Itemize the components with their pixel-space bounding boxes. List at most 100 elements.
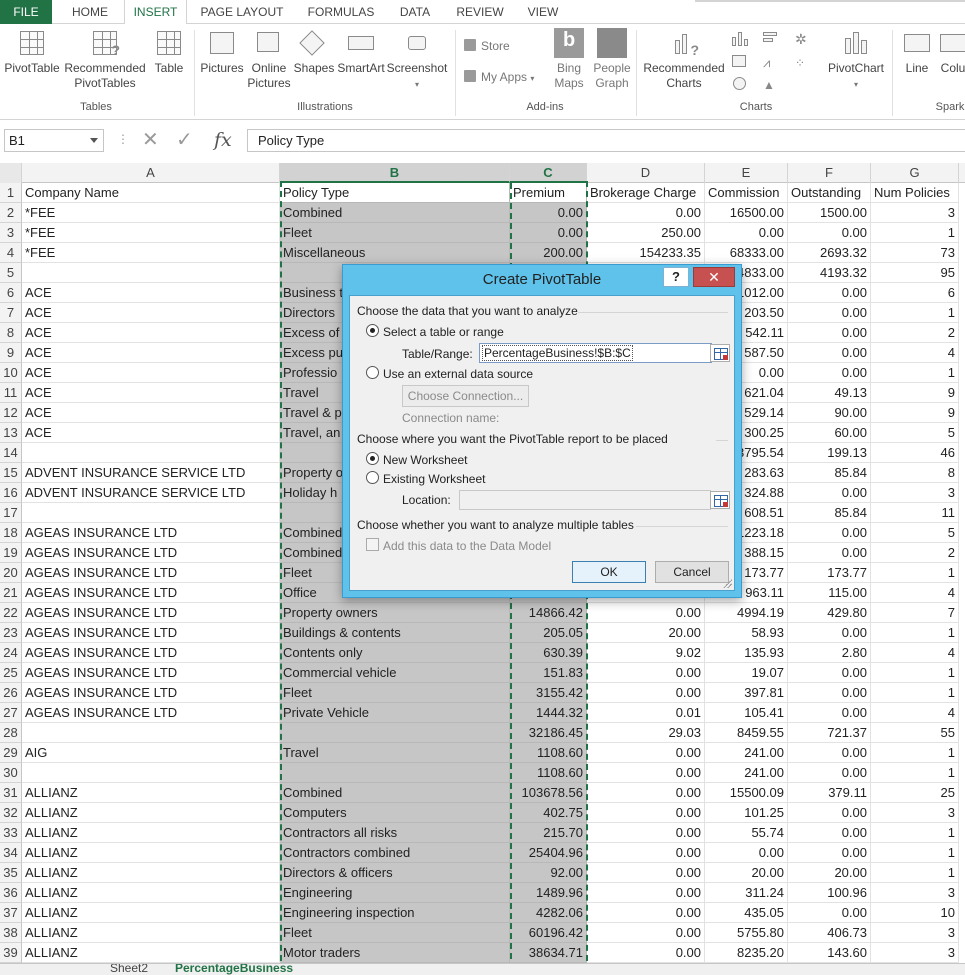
cell-g[interactable]: 1 — [871, 743, 959, 763]
formula-input[interactable]: Policy Type — [247, 129, 965, 152]
cell-d[interactable]: 0.00 — [587, 603, 705, 623]
sparkline-column-button[interactable]: Colu — [938, 28, 965, 76]
cell-b[interactable]: Contractors combined — [280, 843, 510, 863]
row-header[interactable]: 16 — [0, 483, 22, 503]
cell-e[interactable]: 55.74 — [705, 823, 788, 843]
row-header[interactable]: 33 — [0, 823, 22, 843]
cell-g[interactable]: 3 — [871, 483, 959, 503]
cell-g[interactable]: 4 — [871, 703, 959, 723]
cell-d[interactable]: 0.00 — [587, 783, 705, 803]
choose-connection-button[interactable]: Choose Connection... — [402, 385, 529, 407]
pie-chart-icon[interactable] — [732, 77, 748, 91]
cell-b[interactable]: Combined — [280, 783, 510, 803]
column-chart-icon[interactable] — [732, 32, 748, 46]
bing-maps-button[interactable]: b Bing Maps — [550, 28, 588, 91]
row-header[interactable]: 8 — [0, 323, 22, 343]
cell-b[interactable]: Policy Type — [280, 183, 510, 203]
cell-e[interactable]: 435.05 — [705, 903, 788, 923]
cell-c[interactable]: 402.75 — [510, 803, 587, 823]
tab-review[interactable]: REVIEW — [448, 0, 512, 24]
row-header[interactable]: 25 — [0, 663, 22, 683]
row-header[interactable]: 20 — [0, 563, 22, 583]
radio-new-worksheet[interactable] — [366, 452, 379, 465]
cell-c[interactable]: 4282.06 — [510, 903, 587, 923]
row-header[interactable]: 37 — [0, 903, 22, 923]
cell-e[interactable]: 0.00 — [705, 843, 788, 863]
cell-c[interactable]: 215.70 — [510, 823, 587, 843]
cell-b[interactable]: Directors & officers — [280, 863, 510, 883]
data-model-label[interactable]: Add this data to the Data Model — [383, 539, 551, 553]
cell-f[interactable]: 0.00 — [788, 763, 871, 783]
cell-f[interactable]: 0.00 — [788, 663, 871, 683]
cell-f[interactable]: 173.77 — [788, 563, 871, 583]
tab-insert[interactable]: INSERT — [124, 0, 187, 25]
resize-grip-icon[interactable] — [722, 578, 732, 588]
column-header-d[interactable]: D — [587, 163, 705, 183]
pivottable-button[interactable]: PivotTable — [2, 28, 62, 76]
cell-f[interactable]: 721.37 — [788, 723, 871, 743]
row-header[interactable]: 14 — [0, 443, 22, 463]
cell-d[interactable]: 0.00 — [587, 683, 705, 703]
cell-d[interactable]: 0.00 — [587, 743, 705, 763]
cell-g[interactable]: 1 — [871, 363, 959, 383]
cell-g[interactable]: 1 — [871, 623, 959, 643]
row-header[interactable]: 10 — [0, 363, 22, 383]
cell-a[interactable]: AGEAS INSURANCE LTD — [22, 603, 280, 623]
cell-d[interactable]: 0.00 — [587, 863, 705, 883]
cell-b[interactable] — [280, 763, 510, 783]
cell-g[interactable]: 11 — [871, 503, 959, 523]
cell-g[interactable]: 4 — [871, 583, 959, 603]
cell-d[interactable]: 0.00 — [587, 823, 705, 843]
cell-d[interactable]: 250.00 — [587, 223, 705, 243]
cell-d[interactable]: 20.00 — [587, 623, 705, 643]
cell-c[interactable]: 25404.96 — [510, 843, 587, 863]
cell-a[interactable]: AGEAS INSURANCE LTD — [22, 563, 280, 583]
cell-d[interactable]: 29.03 — [587, 723, 705, 743]
cell-a[interactable]: ACE — [22, 343, 280, 363]
cell-f[interactable]: 4193.32 — [788, 263, 871, 283]
recommended-charts-button[interactable]: ? Recommended Charts — [640, 28, 728, 91]
cell-a[interactable]: ALLIANZ — [22, 923, 280, 943]
row-header[interactable]: 30 — [0, 763, 22, 783]
column-header-f[interactable]: F — [788, 163, 871, 183]
cell-f[interactable]: 0.00 — [788, 303, 871, 323]
row-header[interactable]: 2 — [0, 203, 22, 223]
row-header[interactable]: 17 — [0, 503, 22, 523]
cell-a[interactable]: AGEAS INSURANCE LTD — [22, 543, 280, 563]
cell-f[interactable]: 0.00 — [788, 903, 871, 923]
cell-g[interactable]: 9 — [871, 383, 959, 403]
cell-e[interactable]: 241.00 — [705, 763, 788, 783]
cell-a[interactable]: *FEE — [22, 243, 280, 263]
radio-external-source[interactable] — [366, 366, 379, 379]
cell-g[interactable]: 1 — [871, 303, 959, 323]
row-header[interactable]: 15 — [0, 463, 22, 483]
cell-b[interactable]: Motor traders — [280, 943, 510, 963]
cell-g[interactable]: 25 — [871, 783, 959, 803]
cell-a[interactable]: ALLIANZ — [22, 803, 280, 823]
help-button[interactable]: ? — [663, 267, 689, 287]
row-header[interactable]: 3 — [0, 223, 22, 243]
cell-c[interactable]: 205.05 — [510, 623, 587, 643]
cell-g[interactable]: 7 — [871, 603, 959, 623]
cell-g[interactable]: 1 — [871, 823, 959, 843]
row-header[interactable]: 35 — [0, 863, 22, 883]
cell-a[interactable]: ACE — [22, 383, 280, 403]
cell-e[interactable]: 8459.55 — [705, 723, 788, 743]
cell-f[interactable]: 0.00 — [788, 483, 871, 503]
cell-g[interactable]: Num Policies — [871, 183, 959, 203]
chevron-down-icon[interactable] — [90, 138, 98, 143]
row-header[interactable]: 6 — [0, 283, 22, 303]
cell-f[interactable]: 143.60 — [788, 943, 871, 963]
cell-b[interactable]: Property owners — [280, 603, 510, 623]
cell-e[interactable]: 58.93 — [705, 623, 788, 643]
cell-g[interactable]: 1 — [871, 843, 959, 863]
cell-g[interactable]: 5 — [871, 423, 959, 443]
sheet-tab-sheet2[interactable]: Sheet2 — [110, 964, 148, 974]
cell-a[interactable]: *FEE — [22, 203, 280, 223]
cell-g[interactable]: 9 — [871, 403, 959, 423]
cell-c[interactable]: 14866.42 — [510, 603, 587, 623]
cell-e[interactable]: 8235.20 — [705, 943, 788, 963]
radio-existing-worksheet-label[interactable]: Existing Worksheet — [383, 472, 486, 486]
cell-d[interactable]: 0.00 — [587, 803, 705, 823]
cell-c[interactable]: 38634.71 — [510, 943, 587, 963]
